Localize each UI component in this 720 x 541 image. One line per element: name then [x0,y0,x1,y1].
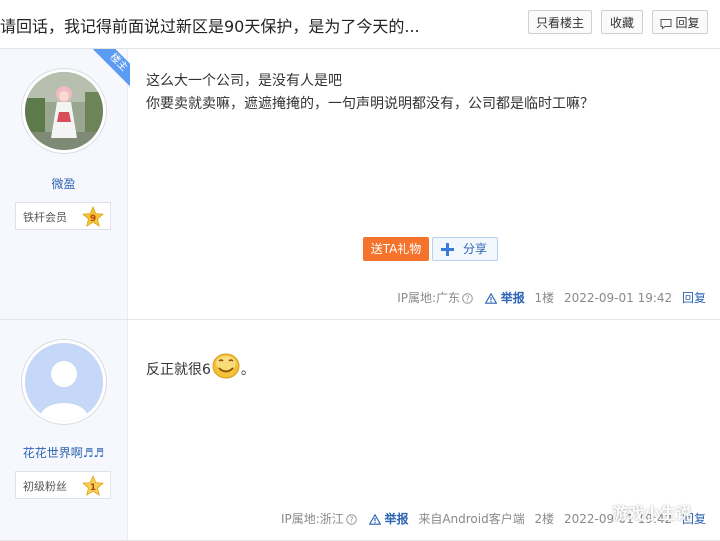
default-avatar-icon [25,343,103,421]
level-star-icon: 9 [82,206,104,227]
svg-text:?: ? [466,294,470,303]
help-icon[interactable]: ? [346,514,357,525]
reply-button-label: 回复 [675,16,700,30]
thread-title: 请回话，我记得前面说过新区是90天保护，是为了今天的... [0,17,420,36]
post-content: 反正就很6 。 [146,350,255,382]
floor-number: 1楼 [534,291,555,305]
thread-header: 请回话，我记得前面说过新区是90天保护，是为了今天的... 只看楼主 收藏 回复 [0,0,720,49]
ip-location: IP属地:广东 [397,291,461,305]
send-gift-button[interactable]: 送TA礼物 [363,237,429,261]
floor-number: 2楼 [534,512,555,526]
op-ribbon: 楼主 [90,49,130,89]
author-only-button[interactable]: 只看楼主 [528,10,592,34]
plus-icon [441,243,454,256]
smiling-face-emoji [212,353,240,379]
warning-icon [368,514,381,525]
report-label: 举报 [500,291,525,305]
warning-icon [484,293,497,304]
report-link[interactable]: 举报 [483,291,525,305]
badge-label: 铁杆会员 [23,211,67,224]
author-name[interactable]: 微盈 [0,175,127,192]
report-label: 举报 [384,512,409,526]
client-source: 来自Android客户端 [418,512,525,526]
share-label: 分享 [463,242,488,256]
favorite-button[interactable]: 收藏 [601,10,643,34]
badge-label: 初级粉丝 [23,480,67,493]
ip-location: IP属地:浙江 [280,512,344,526]
avatar[interactable] [22,340,106,424]
comment-icon [660,18,672,30]
member-badge[interactable]: 初级粉丝 1 [15,471,111,499]
post-meta: IP属地:广东? 举报 1楼 2022-09-01 19:42 回复 [391,289,706,306]
author-sidebar: 花花世界啊♬♬ 初级粉丝 1 [0,320,128,540]
svg-text:1: 1 [90,483,96,493]
content-line: 你要卖就卖嘛，遮遮掩掩的，一句声明说明都没有，公司都是临时工嘛？ [146,96,594,112]
report-link[interactable]: 举报 [367,512,409,526]
post-time: 2022-09-01 19:42 [564,291,673,305]
level-star-icon: 1 [82,475,104,496]
reply-button[interactable]: 回复 [652,10,708,34]
post-content: 这么大一个公司，是没有人是吧 你要卖就卖嘛，遮遮掩掩的，一句声明说明都没有，公司… [146,70,594,116]
op-ribbon-label: 楼主 [91,49,130,89]
author-sidebar: 微盈 铁杆会员 9 [0,49,128,319]
help-icon[interactable]: ? [462,293,473,304]
watermark: 游戏小生说 [612,504,693,523]
reply-link[interactable]: 回复 [682,291,706,305]
content-text-end: 。 [240,362,255,378]
post-floor-1: 微盈 铁杆会员 9 楼主 这么大一个公司，是没有人是吧 你要卖就卖嘛，遮遮掩掩的… [0,49,720,320]
author-name[interactable]: 花花世界啊♬♬ [0,444,127,461]
svg-text:?: ? [349,515,353,524]
content-line: 这么大一个公司，是没有人是吧 [146,73,342,89]
content-text: 反正就很6 [146,362,211,378]
svg-text:9: 9 [90,214,96,224]
share-button[interactable]: 分享 [432,237,498,261]
member-badge[interactable]: 铁杆会员 9 [15,202,111,230]
